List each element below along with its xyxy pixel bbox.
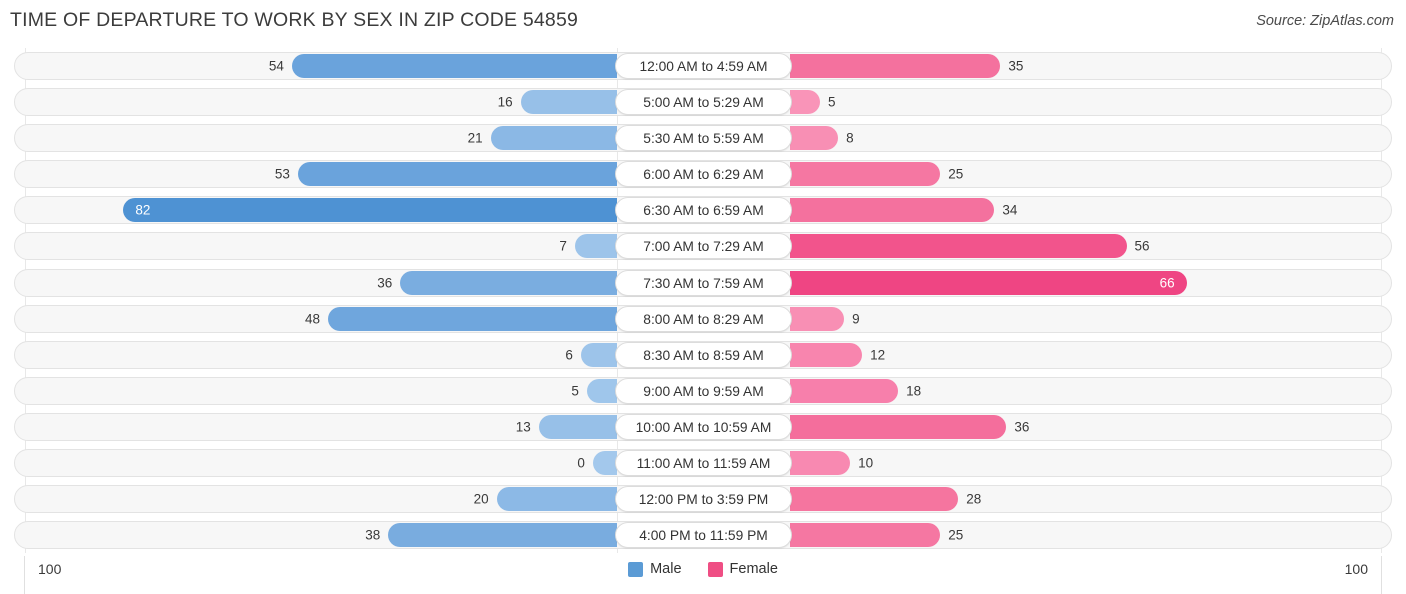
female-bar[interactable]: 66: [790, 270, 1187, 295]
male-value-label: 38: [365, 527, 381, 543]
male-bar[interactable]: [388, 523, 617, 548]
female-bar[interactable]: [790, 378, 899, 403]
chart-row: 0 10 11:00 AM to 11:59 AM: [0, 445, 1406, 482]
category-label: 7:00 AM to 7:29 AM: [615, 233, 792, 260]
male-value-label: 53: [274, 166, 290, 182]
female-bar[interactable]: [790, 234, 1127, 259]
female-bar[interactable]: [790, 523, 941, 548]
female-bar[interactable]: [790, 487, 959, 512]
chart-row: 48 9 8:00 AM to 8:29 AM: [0, 300, 1406, 337]
female-value-label: 5: [828, 94, 836, 110]
female-bar[interactable]: [790, 198, 995, 223]
category-label: 6:30 AM to 6:59 AM: [615, 197, 792, 224]
chart-row: 53 25 6:00 AM to 6:29 AM: [0, 156, 1406, 193]
chart-row: 54 35 12:00 AM to 4:59 AM: [0, 48, 1406, 85]
male-bar[interactable]: [496, 487, 617, 512]
female-value-label: 8: [846, 130, 854, 146]
male-color-swatch: [628, 561, 644, 577]
female-value-label: 12: [870, 347, 886, 363]
female-value-label: 9: [852, 311, 860, 327]
male-bar[interactable]: 82: [123, 198, 617, 223]
male-bar[interactable]: [586, 378, 617, 403]
male-value-label: 6: [565, 347, 573, 363]
diverging-bar-chart: 54 35 12:00 AM to 4:59 AM 16 5 5:00 AM to 5:2…: [0, 48, 1406, 554]
male-value-label: 7: [559, 238, 567, 254]
chart-row: 36 66 7:30 AM to 7:59 AM: [0, 264, 1406, 301]
category-label: 12:00 PM to 3:59 PM: [615, 486, 792, 513]
female-value-label: 25: [948, 166, 964, 182]
male-value-label: 20: [473, 491, 489, 507]
chart-footer: 100 100 Male Female: [0, 556, 1406, 594]
female-value-label: 10: [858, 455, 874, 471]
male-bar[interactable]: [520, 90, 617, 115]
male-bar[interactable]: [580, 342, 617, 367]
male-value-label: 36: [377, 275, 393, 291]
chart-row: 6 12 8:30 AM to 8:59 AM: [0, 336, 1406, 373]
chart-row: 5 18 9:00 AM to 9:59 AM: [0, 372, 1406, 409]
chart-row: 16 5 5:00 AM to 5:29 AM: [0, 84, 1406, 121]
category-label: 5:30 AM to 5:59 AM: [615, 125, 792, 152]
category-label: 8:30 AM to 8:59 AM: [615, 341, 792, 368]
female-value-label: 28: [966, 491, 982, 507]
female-value-label: 66: [1159, 275, 1175, 291]
male-value-label: 13: [515, 419, 531, 435]
male-value-label: 0: [577, 455, 585, 471]
female-value-label: 34: [1002, 202, 1018, 218]
male-bar[interactable]: [328, 306, 617, 331]
category-label: 7:30 AM to 7:59 AM: [615, 269, 792, 296]
legend-label-male: Male: [650, 561, 682, 577]
female-value-label: 25: [948, 527, 964, 543]
chart-header: TIME OF DEPARTURE TO WORK BY SEX IN ZIP …: [0, 0, 1406, 42]
female-bar[interactable]: [790, 162, 941, 187]
category-label: 4:00 PM to 11:59 PM: [615, 522, 792, 549]
chart-page: TIME OF DEPARTURE TO WORK BY SEX IN ZIP …: [0, 0, 1406, 594]
category-label: 5:00 AM to 5:29 AM: [615, 89, 792, 116]
category-label: 11:00 AM to 11:59 AM: [615, 450, 792, 477]
chart-row: 82 34 6:30 AM to 6:59 AM: [0, 192, 1406, 229]
legend-label-female: Female: [729, 561, 778, 577]
chart-row: 38 25 4:00 PM to 11:59 PM: [0, 517, 1406, 554]
male-value-label: 5: [571, 383, 579, 399]
chart-row: 13 36 10:00 AM to 10:59 AM: [0, 408, 1406, 446]
female-bar[interactable]: [790, 126, 839, 151]
male-bar[interactable]: [538, 414, 617, 439]
chart-row: 21 8 5:30 AM to 5:59 AM: [0, 120, 1406, 157]
category-label: 12:00 AM to 4:59 AM: [615, 53, 792, 79]
male-bar[interactable]: [291, 54, 617, 78]
male-bar[interactable]: [574, 234, 617, 259]
category-label: 6:00 AM to 6:29 AM: [615, 161, 792, 188]
male-value-label: 16: [497, 94, 513, 110]
category-label: 10:00 AM to 10:59 AM: [615, 413, 792, 440]
chart-legend: Male Female: [0, 561, 1406, 577]
chart-row: 20 28 12:00 PM to 3:59 PM: [0, 481, 1406, 518]
female-bar[interactable]: [790, 342, 863, 367]
female-value-label: 36: [1014, 419, 1030, 435]
female-color-swatch: [707, 561, 723, 577]
female-bar[interactable]: [790, 414, 1007, 439]
male-bar[interactable]: [400, 270, 617, 295]
male-value-label: 21: [467, 130, 483, 146]
page-title: TIME OF DEPARTURE TO WORK BY SEX IN ZIP …: [10, 9, 579, 31]
source-attribution: Source: ZipAtlas.com: [1256, 13, 1394, 29]
category-label: 9:00 AM to 9:59 AM: [615, 377, 792, 404]
male-bar[interactable]: [297, 162, 617, 187]
category-label: 8:00 AM to 8:29 AM: [615, 305, 792, 332]
female-bar[interactable]: [790, 54, 1001, 78]
male-value-label: 48: [305, 311, 321, 327]
female-value-label: 35: [1008, 58, 1024, 74]
chart-row: 7 56 7:00 AM to 7:29 AM: [0, 228, 1406, 265]
female-value-label: 18: [906, 383, 922, 399]
legend-item-female[interactable]: Female: [707, 561, 778, 577]
female-bar[interactable]: [790, 90, 821, 115]
male-value-label: 82: [135, 202, 151, 218]
legend-item-male[interactable]: Male: [628, 561, 682, 577]
female-bar[interactable]: [790, 451, 851, 476]
male-bar[interactable]: [490, 126, 617, 151]
female-bar[interactable]: [790, 306, 845, 331]
male-bar[interactable]: [592, 451, 617, 476]
male-value-label: 54: [268, 58, 284, 74]
female-value-label: 56: [1134, 238, 1150, 254]
